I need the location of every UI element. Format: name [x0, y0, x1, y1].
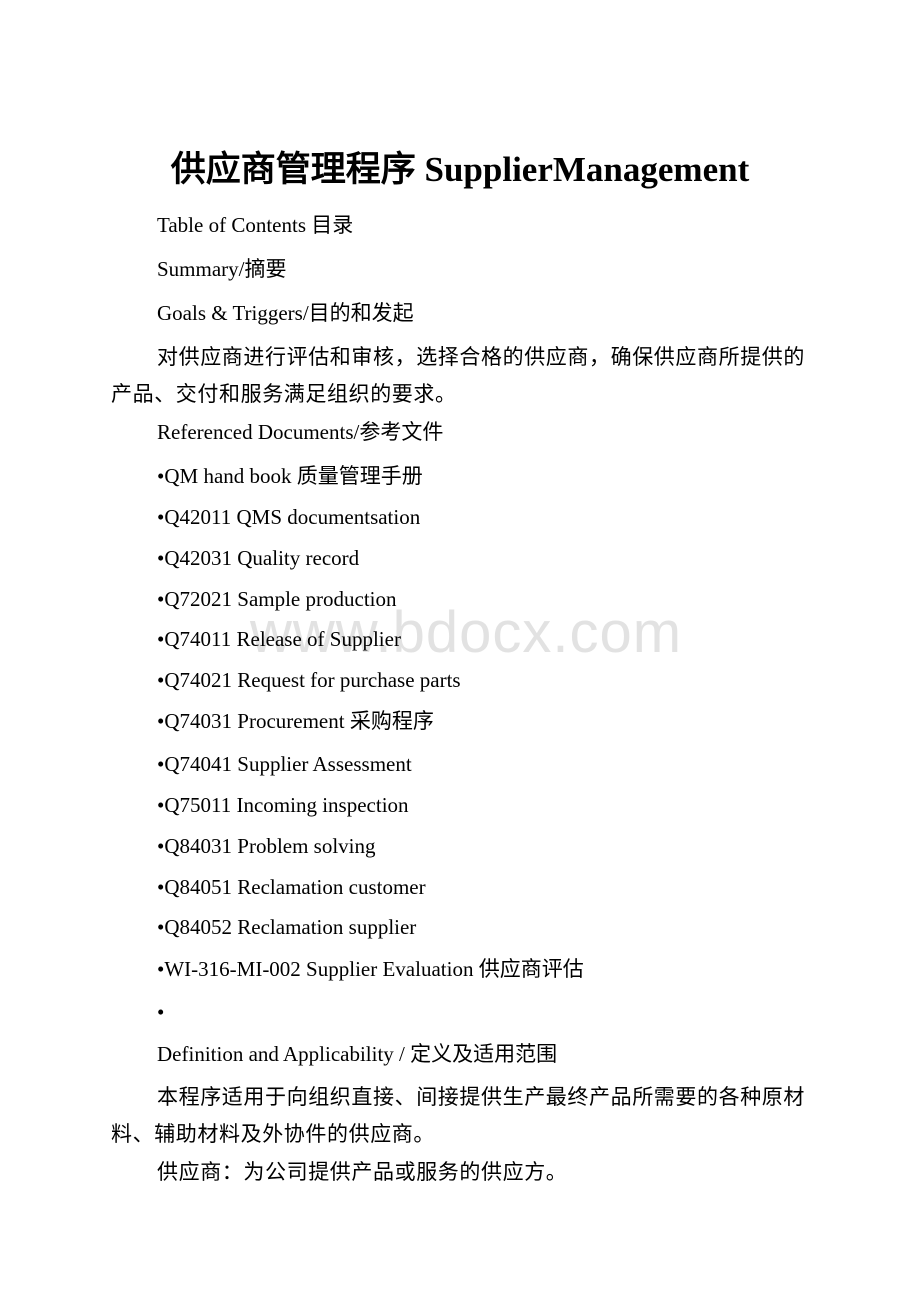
reference-item: •Q74011 Release of Supplier [157, 627, 401, 651]
supplier-definition: 供应商：为公司提供产品或服务的供应方。 [157, 1160, 568, 1184]
summary-heading: Summary/摘要 [157, 257, 287, 281]
document-page: www.bdocx.com 供应商管理程序 SupplierManagement… [0, 0, 920, 1302]
goals-heading: Goals & Triggers/目的和发起 [157, 301, 414, 325]
reference-item: • [157, 1000, 165, 1024]
reference-item: •Q75011 Incoming inspection [157, 793, 409, 817]
reference-item: •Q84052 Reclamation supplier [157, 915, 417, 939]
document-title: 供应商管理程序 SupplierManagement [170, 150, 750, 189]
reference-item: •Q42031 Quality record [157, 546, 360, 570]
reference-item: •Q74041 Supplier Assessment [157, 752, 412, 776]
reference-item: •Q84051 Reclamation customer [157, 875, 426, 899]
goals-paragraph: 对供应商进行评估和审核，选择合格的供应商，确保供应商所提供的产品、交付和服务满足… [111, 345, 805, 406]
reference-item: •Q84031 Problem solving [157, 834, 376, 858]
reference-item: •WI-316-MI-002 Supplier Evaluation 供应商评估 [157, 957, 584, 981]
definition-heading: Definition and Applicability / 定义及适用范围 [157, 1042, 558, 1066]
reference-item: •Q42011 QMS documentsation [157, 505, 421, 529]
reference-item: •Q74031 Procurement 采购程序 [157, 709, 434, 733]
reference-item: •Q72021 Sample production [157, 587, 397, 611]
definition-paragraph: 本程序适用于向组织直接、间接提供生产最终产品所需要的各种原材料、辅助材料及外协件… [111, 1085, 805, 1146]
toc-heading: Table of Contents 目录 [157, 213, 354, 237]
reference-item: •Q74021 Request for purchase parts [157, 668, 461, 692]
references-heading: Referenced Documents/参考文件 [157, 420, 444, 444]
reference-item: •QM hand book 质量管理手册 [157, 464, 423, 488]
